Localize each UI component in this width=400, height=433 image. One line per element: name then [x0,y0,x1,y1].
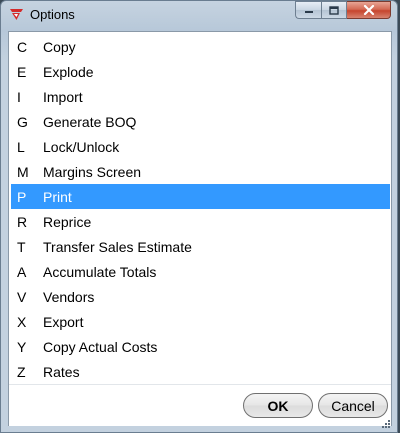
option-key: T [17,238,26,255]
option-key: R [17,213,28,230]
list-item[interactable]: T Transfer Sales Estimate [11,234,390,259]
ok-button[interactable]: OK [243,393,313,418]
minimize-button[interactable] [295,1,321,19]
option-label: Rates [43,363,80,380]
option-key: G [17,113,28,130]
list-item-selected[interactable]: P Print [11,184,390,209]
option-key: X [17,313,27,330]
cancel-button[interactable]: Cancel [318,393,388,418]
close-icon [363,5,374,15]
list-item[interactable]: V Vendors [11,284,390,309]
option-label: Lock/Unlock [43,138,120,155]
caption-buttons [295,1,391,20]
list-item[interactable]: I Import [11,84,390,109]
option-label: Accumulate Totals [43,263,157,280]
option-key: L [17,138,25,155]
option-label: Vendors [43,288,95,305]
option-label: Copy Actual Costs [43,338,158,355]
option-key: Y [17,338,27,355]
list-item[interactable]: A Accumulate Totals [11,259,390,284]
option-label: Import [43,88,83,105]
option-label: Print [43,188,72,205]
option-key: V [17,288,27,305]
option-label: Explode [43,63,94,80]
app-logo-icon [10,9,23,20]
close-button[interactable] [347,1,391,19]
list-item[interactable]: E Explode [11,59,390,84]
maximize-icon [329,5,339,15]
list-item[interactable]: X Export [11,309,390,334]
options-panel: C Copy E Explode I Import G Generate BOQ L Lo… [8,31,392,426]
window-title: Options [30,7,75,22]
list-item[interactable]: M Margins Screen [11,159,390,184]
minimize-icon [304,11,313,13]
list-item[interactable]: Y Copy Actual Costs [11,334,390,359]
list-item[interactable]: Z Rates [11,359,390,384]
option-label: Margins Screen [43,163,142,180]
options-dialog: Options C Copy E Explode I Import G Gene… [0,0,398,433]
option-key: I [17,88,21,105]
option-key: A [17,263,27,280]
title-bar[interactable]: Options [1,1,397,29]
list-item[interactable]: G Generate BOQ [11,109,390,134]
option-label: Copy [43,38,76,55]
resize-grip-icon[interactable] [381,419,391,429]
list-item[interactable]: L Lock/Unlock [11,134,390,159]
option-label: Transfer Sales Estimate [43,238,192,255]
option-key: Z [17,363,26,380]
option-label: Generate BOQ [43,113,137,130]
option-key: E [17,63,27,80]
option-key: P [17,188,27,205]
list-item[interactable]: R Reprice [11,209,390,234]
options-list[interactable]: C Copy E Explode I Import G Generate BOQ L Lo… [11,34,390,384]
maximize-button[interactable] [321,1,347,19]
button-bar: OK Cancel [9,384,391,426]
option-key: C [17,38,28,55]
option-label: Reprice [43,213,92,230]
option-key: M [17,163,29,180]
list-item[interactable]: C Copy [11,34,390,59]
option-label: Export [43,313,84,330]
